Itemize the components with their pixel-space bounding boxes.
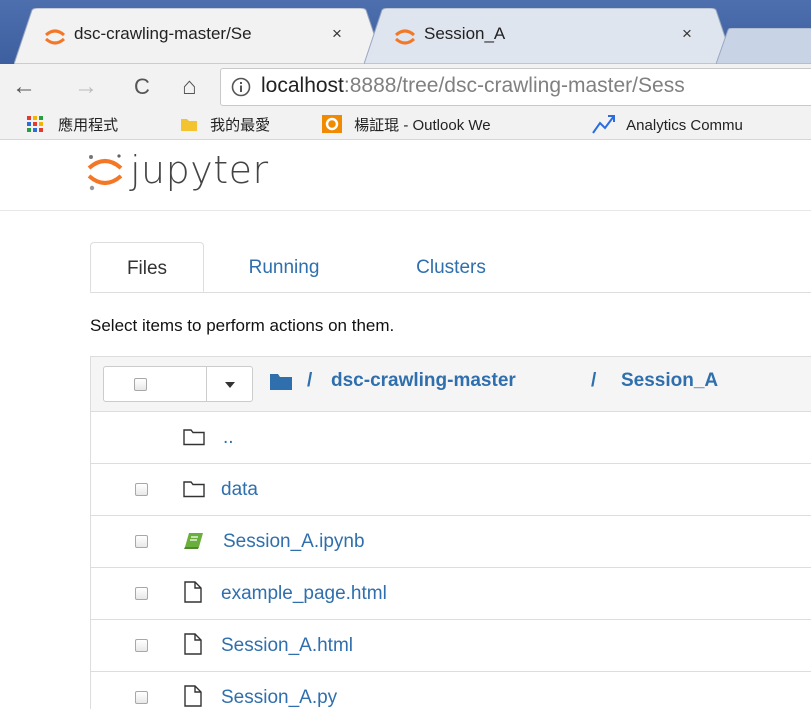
- address-bar[interactable]: localhost:8888/tree/dsc-crawling-master/…: [220, 68, 811, 106]
- folder-icon: [181, 119, 197, 131]
- bookmark-favorites[interactable]: 我的最愛: [180, 114, 270, 135]
- jupyter-favicon-icon: [45, 29, 65, 45]
- divider: [206, 367, 207, 401]
- bookmark-label: Analytics Commu: [626, 117, 743, 134]
- item-name[interactable]: example_page.html: [221, 583, 387, 605]
- bookmark-label: 應用程式: [58, 117, 119, 134]
- jupyter-favicon-icon: [395, 29, 415, 45]
- file-icon: [184, 581, 202, 603]
- row-checkbox[interactable]: [135, 639, 148, 652]
- outlook-icon: [322, 115, 342, 133]
- jupyter-logo-icon[interactable]: [86, 152, 124, 192]
- bookmark-outlook[interactable]: 楊証琨 - Outlook We: [322, 114, 491, 135]
- url-host: localhost: [261, 74, 344, 97]
- breadcrumb-session-a[interactable]: Session_A: [621, 370, 718, 392]
- item-name[interactable]: ..: [223, 427, 234, 449]
- tab-title: Session_A: [424, 24, 506, 43]
- select-dropdown-caret-icon[interactable]: [225, 382, 235, 388]
- select-all-checkbox[interactable]: [134, 378, 147, 391]
- jupyter-logo-text[interactable]: jupyter: [130, 148, 269, 192]
- tab-running[interactable]: Running: [224, 242, 344, 292]
- list-item-parent[interactable]: ..: [91, 412, 811, 464]
- item-name[interactable]: Session_A.html: [221, 635, 353, 657]
- row-checkbox[interactable]: [135, 535, 148, 548]
- bookmarks-bar: 應用程式 我的最愛 楊証琨 - Outlook We Analytics Com…: [0, 110, 811, 140]
- url-text: localhost:8888/tree/dsc-crawling-master/…: [261, 74, 685, 98]
- row-checkbox[interactable]: [135, 691, 148, 704]
- item-name[interactable]: Session_A.ipynb: [223, 531, 365, 553]
- browser-tab-session-a[interactable]: Session_A ×: [364, 8, 734, 64]
- new-tab-button[interactable]: [716, 28, 811, 64]
- back-button[interactable]: ←: [12, 64, 36, 110]
- file-list-header: / dsc-crawling-master / Session_A: [91, 357, 811, 412]
- url-path: :8888/tree/dsc-crawling-master/Sess: [343, 74, 685, 97]
- tab-shape: [364, 8, 734, 64]
- apps-grid-icon: [27, 116, 43, 132]
- forward-button[interactable]: →: [74, 64, 98, 110]
- browser-tab-active[interactable]: dsc-crawling-master/Se ×: [14, 8, 384, 64]
- home-folder-icon[interactable]: [269, 373, 293, 391]
- browser-tab-strip: dsc-crawling-master/Se × Session_A ×: [0, 0, 811, 64]
- file-icon: [184, 633, 202, 655]
- list-item-file[interactable]: example_page.html: [91, 568, 811, 620]
- item-name[interactable]: Session_A.py: [221, 687, 337, 709]
- bookmark-label: 我的最愛: [210, 117, 271, 134]
- analytics-icon: [592, 115, 615, 134]
- breadcrumb-dsc-crawling-master[interactable]: dsc-crawling-master: [331, 370, 516, 392]
- breadcrumb-separator: /: [307, 370, 313, 391]
- notebook-icon: [184, 533, 203, 549]
- file-list: / dsc-crawling-master / Session_A .. dat…: [90, 356, 811, 709]
- list-item-file[interactable]: Session_A.html: [91, 620, 811, 672]
- jupyter-header: jupyter: [0, 140, 811, 211]
- bookmark-label: 楊証琨 - Outlook We: [354, 117, 491, 134]
- info-icon[interactable]: [231, 77, 251, 97]
- list-item-data[interactable]: data: [91, 464, 811, 516]
- breadcrumb-separator: /: [591, 370, 597, 391]
- tab-title: dsc-crawling-master/Se: [74, 24, 252, 43]
- tab-close-button[interactable]: ×: [682, 24, 692, 44]
- reload-button[interactable]: C: [134, 64, 150, 110]
- file-icon: [184, 685, 202, 707]
- tab-clusters[interactable]: Clusters: [386, 242, 516, 292]
- select-all-group: [103, 366, 253, 402]
- list-item-notebook[interactable]: Session_A.ipynb: [91, 516, 811, 568]
- selection-hint: Select items to perform actions on them.: [90, 316, 395, 335]
- row-checkbox[interactable]: [135, 587, 148, 600]
- list-item-file[interactable]: Session_A.py: [91, 672, 811, 724]
- bookmark-apps[interactable]: 應用程式: [26, 114, 118, 135]
- tab-close-button[interactable]: ×: [332, 24, 342, 44]
- folder-icon: [183, 429, 205, 446]
- folder-icon: [183, 481, 205, 498]
- row-checkbox[interactable]: [135, 483, 148, 496]
- bookmark-analytics[interactable]: Analytics Commu: [592, 114, 743, 134]
- tab-files[interactable]: Files: [90, 242, 204, 292]
- dashboard-tabs: Files Running Clusters: [90, 242, 811, 293]
- home-button[interactable]: ⌂: [182, 64, 197, 110]
- browser-toolbar: ← → C ⌂ localhost:8888/tree/dsc-crawling…: [0, 64, 811, 110]
- item-name[interactable]: data: [221, 479, 258, 501]
